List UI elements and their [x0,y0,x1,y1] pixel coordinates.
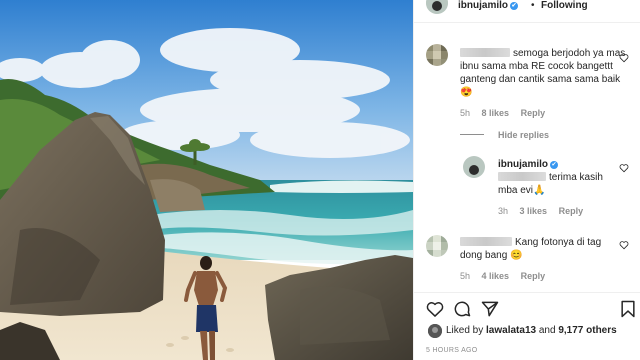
hide-replies-button[interactable]: Hide replies [460,130,549,140]
like-reply-heart-icon[interactable] [619,163,629,173]
verified-badge-icon: ✔ [550,161,558,169]
beach-photo-image [0,0,413,360]
liker-avatar[interactable] [428,324,442,338]
verified-badge-icon: ✔ [510,2,518,10]
avatar-photo-icon [426,0,448,14]
blurred-username[interactable] [460,237,512,246]
reply-meta: 3h 3 likes Reply [498,206,592,216]
heart-icon[interactable] [425,299,445,319]
actions-divider [414,292,640,293]
author-avatar[interactable] [426,0,448,14]
comment-text: Kang fotonya di tag dong bang 😊 [460,236,620,262]
comment-meta: 5h 4 likes Reply [460,271,554,281]
likes-summary: Liked by lawalata13 and 9,177 others [446,325,617,336]
author-username-text[interactable]: ibnujamilo [458,0,508,11]
comment-text: semoga berjodoh ya mas ibnu sama mba RE … [460,47,628,99]
reply-author-avatar[interactable] [463,156,485,178]
avatar-photo-icon [428,324,442,338]
smile-emoji: 😊 [510,250,523,261]
header-divider [414,22,640,23]
bookmark-icon[interactable] [618,299,638,319]
like-comment-heart-icon[interactable] [619,53,629,63]
comment-icon[interactable] [452,299,472,319]
post-photo[interactable] [0,0,413,360]
post-header: ibnujamilo ✔ • Following [414,0,640,22]
reply-likes[interactable]: 3 likes [520,206,548,216]
likes-others-link[interactable]: 9,177 others [558,325,616,336]
pray-emoji: 🙏 [533,185,546,196]
header-separator: • [531,0,535,11]
reply-time: 3h [498,206,509,216]
reply-button[interactable]: Reply [521,108,546,118]
like-comment-heart-icon[interactable] [619,240,629,250]
share-icon[interactable] [480,299,500,319]
avatar-photo-icon [463,156,485,178]
reply-text: ibnujamilo ✔ terima kasih mba evi🙏 [498,158,608,197]
hide-replies-label[interactable]: Hide replies [498,130,549,140]
likes-and-label: and [538,325,556,336]
comment-time: 5h [460,271,471,281]
commenter-avatar[interactable] [426,44,448,66]
reply-button[interactable]: Reply [521,271,546,281]
author-username[interactable]: ibnujamilo ✔ [458,0,518,11]
comment-meta: 5h 8 likes Reply [460,108,554,118]
liked-by-label: Liked by [446,325,484,336]
liker-username[interactable]: lawalata13 [486,325,536,336]
blurred-username[interactable] [460,48,510,57]
heart-eyes-emoji: 😍 [460,87,473,98]
comment-likes[interactable]: 4 likes [482,271,510,281]
comment-time: 5h [460,108,471,118]
hide-replies-dash [460,134,484,135]
blurred-mention[interactable] [498,172,546,181]
post-sidebar: ibnujamilo ✔ • Following semoga berjodoh … [413,0,640,360]
commenter-avatar[interactable] [426,235,448,257]
post-timestamp: 5 HOURS AGO [426,347,478,354]
following-button[interactable]: Following [541,0,588,11]
comment-likes[interactable]: 8 likes [482,108,510,118]
reply-username[interactable]: ibnujamilo [498,159,548,170]
reply-button[interactable]: Reply [559,206,584,216]
